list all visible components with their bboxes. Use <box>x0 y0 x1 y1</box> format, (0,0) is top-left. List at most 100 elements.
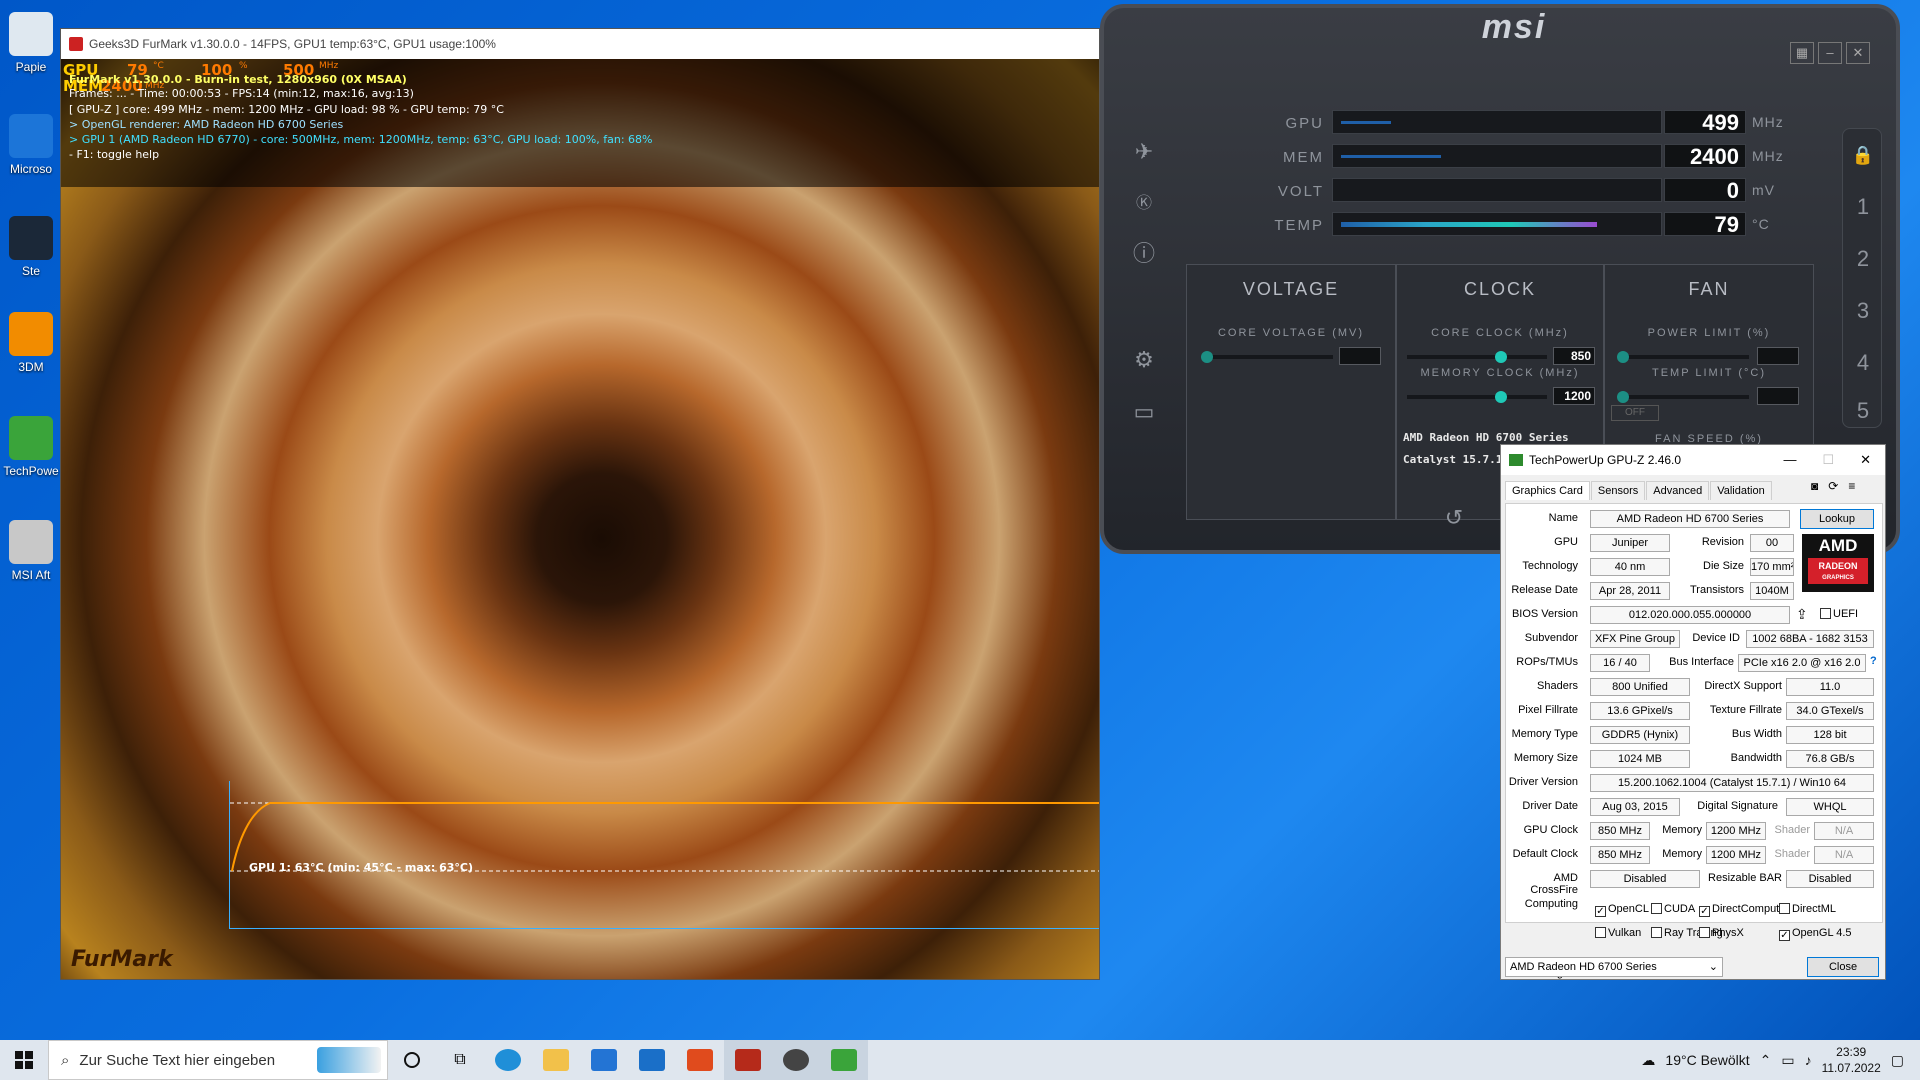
directx-label: DirectX Support <box>1704 680 1782 692</box>
computing-checkbox[interactable]: CUDA <box>1651 903 1695 915</box>
technologies-checkbox[interactable]: ✓ OpenGL 4.5 <box>1779 927 1852 941</box>
msi-k-icon[interactable]: Ⓚ <box>1124 184 1164 224</box>
computing-checkbox[interactable]: ✓ OpenCL <box>1595 903 1649 917</box>
close-icon[interactable]: ✕ <box>1860 452 1871 468</box>
msi-profile-2[interactable]: 2 <box>1843 239 1883 279</box>
share-icon[interactable]: ⇪ <box>1796 606 1808 623</box>
weather-text[interactable]: 19°C Bewölkt <box>1665 1052 1749 1068</box>
refresh-icon[interactable]: ⟳ <box>1828 479 1838 493</box>
tab-validation[interactable]: Validation <box>1710 481 1772 500</box>
desktop-icon[interactable]: MSI Aft <box>0 516 62 612</box>
checkbox-box <box>1651 903 1662 914</box>
menu-icon[interactable]: ≡ <box>1848 479 1855 493</box>
desktop-icon[interactable]: Papie <box>0 8 62 104</box>
gpuz-titlebar[interactable]: TechPowerUp GPU-Z 2.46.0 — ☐ ✕ <box>1501 445 1885 475</box>
msi-profile-5[interactable]: 5 <box>1843 391 1883 431</box>
taskview-button[interactable]: ⧉ <box>436 1040 484 1080</box>
msi-close-icon[interactable]: ✕ <box>1846 42 1870 64</box>
taskbar-edge[interactable] <box>484 1040 532 1080</box>
technologies-checkbox[interactable]: PhysX <box>1699 927 1744 939</box>
clock-date: 11.07.2022 <box>1821 1061 1881 1075</box>
gpu-clock-label: GPU Clock <box>1523 824 1578 836</box>
msi-reset-icon[interactable]: ↺ <box>1434 498 1474 538</box>
taskbar-store[interactable] <box>580 1040 628 1080</box>
msi-profile-4[interactable]: 4 <box>1843 343 1883 383</box>
desktop-app-icon <box>9 312 53 356</box>
desktop-app-icon <box>9 216 53 260</box>
task-view-button[interactable] <box>388 1040 436 1080</box>
technologies-checkbox[interactable]: Vulkan <box>1595 927 1641 939</box>
hud-line-1: FurMark v1.30.0.0 - Burn-in test, 1280x9… <box>69 73 407 86</box>
msi-power-limit-box[interactable] <box>1757 347 1799 365</box>
taskbar-gpuz[interactable] <box>820 1040 868 1080</box>
tab-sensors[interactable]: Sensors <box>1590 481 1646 500</box>
clock[interactable]: 23:39 11.07.2022 <box>1822 1044 1881 1076</box>
volume-icon[interactable]: ♪ <box>1805 1052 1812 1068</box>
taskbar-afterburner[interactable] <box>772 1040 820 1080</box>
msi-profile-3[interactable]: 3 <box>1843 291 1883 331</box>
computing-label: Computing <box>1524 898 1578 910</box>
msi-gpu-name: AMD Radeon HD 6700 Series <box>1403 431 1569 444</box>
msi-core-voltage-slider[interactable] <box>1201 351 1333 363</box>
tab-advanced[interactable]: Advanced <box>1646 481 1710 500</box>
start-button[interactable] <box>0 1040 48 1080</box>
msi-oc-scanner-icon[interactable]: ✈ <box>1124 132 1164 172</box>
network-icon[interactable]: ▭ <box>1781 1052 1794 1069</box>
msi-info-icon[interactable]: ⓘ <box>1124 234 1164 274</box>
msi-core-clock-slider[interactable] <box>1407 351 1547 363</box>
msi-minimize-icon[interactable]: – <box>1818 42 1842 64</box>
gpu-select-dropdown[interactable]: AMD Radeon HD 6700 Series ⌄ <box>1505 957 1723 977</box>
msi-power-limit-slider[interactable] <box>1617 351 1749 363</box>
furmark-app-icon <box>69 37 83 51</box>
computing-checkbox[interactable]: ✓ DirectCompute <box>1699 903 1785 917</box>
desktop-icon[interactable]: Ste <box>0 212 62 308</box>
msi-monitoring-icon[interactable]: ▭ <box>1124 392 1164 432</box>
msi-mem-value: 2400 <box>1664 144 1746 168</box>
search-placeholder: Zur Suche Text hier eingeben <box>79 1051 276 1069</box>
msi-temp-limit-label: TEMP LIMIT (°C) <box>1651 367 1767 379</box>
desktop-icon[interactable]: TechPowe <box>0 412 62 508</box>
computing-checkbox[interactable]: DirectML <box>1779 903 1836 915</box>
desktop-icon[interactable]: Microso <box>0 110 62 206</box>
gpuz-app-icon <box>1509 454 1523 466</box>
msi-lock-icon[interactable]: 🔒 <box>1843 135 1883 175</box>
msi-gpu-bar <box>1332 110 1662 134</box>
weather-icon: ☁ <box>1641 1051 1656 1068</box>
notification-icon[interactable]: ▢ <box>1891 1052 1904 1069</box>
uefi-checkbox[interactable]: UEFI <box>1820 608 1858 620</box>
msi-core-clock-box[interactable]: 850 <box>1553 347 1595 365</box>
msi-windows-icon[interactable]: ▦ <box>1790 42 1814 64</box>
taskbar-furmark[interactable] <box>724 1040 772 1080</box>
taskbar-explorer[interactable] <box>532 1040 580 1080</box>
msi-mem-label: MEM <box>1283 149 1324 166</box>
furmark-titlebar[interactable]: Geeks3D FurMark v1.30.0.0 - 14FPS, GPU1 … <box>61 29 1099 59</box>
digital-signature-value: WHQL <box>1786 798 1874 816</box>
msi-fan-auto-toggle[interactable]: OFF <box>1611 405 1659 421</box>
cortana-icon <box>404 1052 420 1068</box>
help-icon[interactable]: ? <box>1870 655 1877 667</box>
camera-icon[interactable]: ◙ <box>1811 479 1818 493</box>
msi-settings-icon[interactable]: ⚙ <box>1124 340 1164 380</box>
msi-memory-clock-slider[interactable] <box>1407 391 1547 403</box>
taskbar-office[interactable] <box>676 1040 724 1080</box>
msi-core-voltage-box[interactable] <box>1339 347 1381 365</box>
msi-temp-limit-slider[interactable] <box>1617 391 1749 403</box>
taskbar-mail[interactable] <box>628 1040 676 1080</box>
furmark-window[interactable]: Geeks3D FurMark v1.30.0.0 - 14FPS, GPU1 … <box>60 28 1100 980</box>
release-date-value: Apr 28, 2011 <box>1590 582 1670 600</box>
tab-graphics-card[interactable]: Graphics Card <box>1505 481 1590 500</box>
desktop-icon[interactable]: 3DM <box>0 308 62 404</box>
memory-size-value: 1024 MB <box>1590 750 1690 768</box>
msi-profile-1[interactable]: 1 <box>1843 187 1883 227</box>
maximize-icon[interactable]: ☐ <box>1822 452 1834 468</box>
msi-temp-limit-box[interactable] <box>1757 387 1799 405</box>
name-label: Name <box>1548 512 1578 524</box>
chevron-up-icon[interactable]: ⌃ <box>1760 1052 1772 1069</box>
search-box[interactable]: ⌕ Zur Suche Text hier eingeben <box>48 1040 388 1080</box>
msi-memory-clock-box[interactable]: 1200 <box>1553 387 1595 405</box>
lookup-button[interactable]: Lookup <box>1800 509 1874 529</box>
close-button[interactable]: Close <box>1807 957 1879 977</box>
minimize-icon[interactable]: — <box>1783 452 1796 468</box>
gpuz-window[interactable]: TechPowerUp GPU-Z 2.46.0 — ☐ ✕ Graphics … <box>1500 444 1886 980</box>
msi-fan-title: FAN <box>1688 279 1730 299</box>
